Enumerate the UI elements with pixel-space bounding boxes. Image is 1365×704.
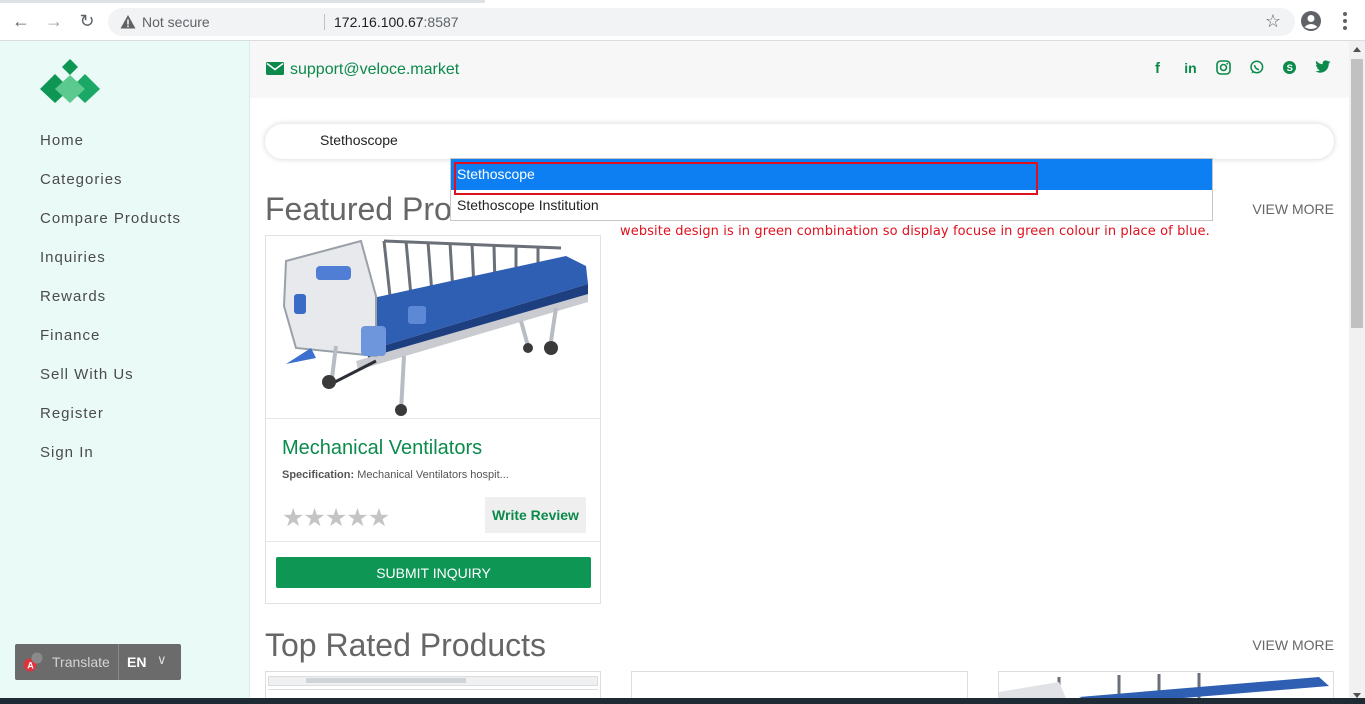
rating-stars[interactable]: ★★★★★: [282, 503, 390, 533]
search-input[interactable]: [320, 132, 1220, 148]
search-bar: [265, 124, 1334, 159]
sidebar-item-finance[interactable]: Finance: [40, 326, 181, 365]
star-icon[interactable]: ★: [346, 504, 368, 532]
scrollbar-thumb[interactable]: [1351, 59, 1363, 328]
scroll-up-icon[interactable]: [1353, 47, 1361, 52]
reload-icon[interactable]: ↻: [76, 10, 98, 32]
url-host: 172.16.100.67: [334, 14, 424, 30]
write-review-button[interactable]: Write Review: [485, 497, 586, 533]
support-email-text[interactable]: support@veloce.market: [290, 61, 459, 78]
address-bar[interactable]: Not secure 172.16.100.67:8587 ☆: [108, 8, 1295, 36]
sidebar-nav: Home Categories Compare Products Inquiri…: [40, 131, 181, 482]
submit-inquiry-button[interactable]: SUBMIT INQUIRY: [276, 557, 591, 588]
sidebar: Home Categories Compare Products Inquiri…: [0, 41, 250, 704]
product-specification: Specification: Mechanical Ventilators ho…: [282, 469, 509, 481]
forward-icon[interactable]: →: [43, 10, 65, 32]
bookmark-star-icon[interactable]: ☆: [1265, 11, 1281, 32]
os-taskbar: [0, 698, 1365, 704]
sidebar-item-sell-with-us[interactable]: Sell With Us: [40, 365, 181, 404]
whatsapp-icon[interactable]: [1248, 60, 1265, 77]
top-rated-view-more-link[interactable]: VIEW MORE: [1252, 637, 1334, 653]
translate-widget[interactable]: A Translate EN ∨: [15, 644, 181, 680]
back-icon[interactable]: ←: [10, 10, 32, 32]
sidebar-item-inquiries[interactable]: Inquiries: [40, 248, 181, 287]
translate-icon: A: [23, 652, 43, 672]
contact-bar: support@veloce.market f in S: [250, 41, 1349, 98]
star-icon[interactable]: ★: [325, 504, 347, 532]
star-icon[interactable]: ★: [303, 504, 325, 532]
spec-value: Mechanical Ventilators hospit...: [357, 469, 509, 481]
url-divider: [324, 14, 325, 30]
url-text: 172.16.100.67:8587: [334, 14, 459, 30]
url-port: :8587: [423, 14, 459, 30]
featured-view-more-link[interactable]: VIEW MORE: [1252, 201, 1334, 217]
envelope-icon: [266, 62, 284, 75]
instagram-icon[interactable]: [1215, 60, 1232, 77]
sidebar-item-sign-in[interactable]: Sign In: [40, 443, 181, 482]
tab-strip: [0, 0, 485, 3]
warning-icon: [120, 15, 136, 29]
facebook-icon[interactable]: f: [1149, 60, 1166, 77]
page-scrollbar[interactable]: [1349, 41, 1365, 704]
svg-text:S: S: [1287, 63, 1293, 74]
translate-label: Translate: [52, 654, 110, 670]
svg-text:A: A: [27, 661, 34, 671]
top-rated-section-title: Top Rated Products: [265, 627, 547, 663]
language-select[interactable]: EN: [127, 654, 146, 670]
skype-icon[interactable]: S: [1281, 60, 1298, 77]
profile-icon[interactable]: [1300, 10, 1322, 32]
sidebar-item-home[interactable]: Home: [40, 131, 181, 170]
star-icon[interactable]: ★: [368, 504, 390, 532]
security-label: Not secure: [142, 14, 210, 30]
sidebar-item-register[interactable]: Register: [40, 404, 181, 443]
chevron-down-icon[interactable]: ∨: [157, 652, 167, 668]
product-title[interactable]: Mechanical Ventilators: [282, 437, 482, 460]
sidebar-item-compare-products[interactable]: Compare Products: [40, 209, 181, 248]
star-icon[interactable]: ★: [282, 504, 304, 532]
support-email[interactable]: support@veloce.market: [266, 61, 459, 79]
spec-label: Specification:: [282, 469, 355, 481]
linkedin-icon[interactable]: in: [1182, 60, 1199, 77]
review-annotation: website design is in green combination s…: [620, 224, 1210, 239]
annotation-highlight-box: [454, 162, 1038, 195]
browser-toolbar: ← → ↻ Not secure 172.16.100.67:8587 ☆: [0, 0, 1365, 41]
featured-section-title: Featured Pro: [265, 191, 452, 227]
card-divider: [266, 541, 600, 542]
translate-divider: [118, 644, 119, 680]
browser-menu-icon[interactable]: [1334, 10, 1356, 32]
social-links: f in S: [1149, 60, 1331, 77]
product-card: Mechanical Ventilators Specification: Me…: [265, 235, 601, 604]
sidebar-item-rewards[interactable]: Rewards: [40, 287, 181, 326]
twitter-icon[interactable]: [1314, 60, 1331, 77]
sidebar-item-categories[interactable]: Categories: [40, 170, 181, 209]
product-image[interactable]: [266, 236, 600, 419]
site-logo[interactable]: [40, 59, 100, 103]
